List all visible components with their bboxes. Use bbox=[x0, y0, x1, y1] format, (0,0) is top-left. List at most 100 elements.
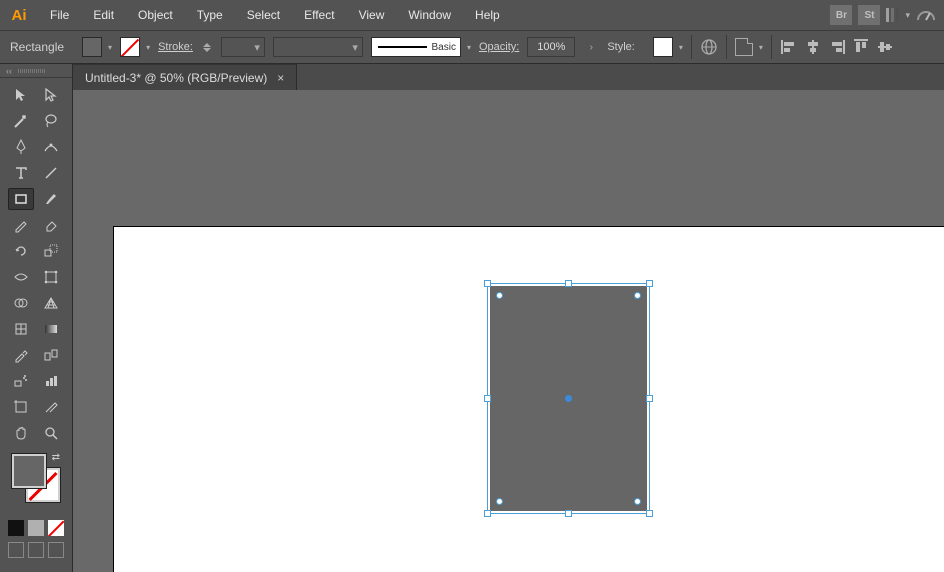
opacity-flyout-icon[interactable]: › bbox=[583, 37, 599, 57]
stroke-weight-dropdown[interactable]: ▾ bbox=[221, 37, 265, 57]
gpu-preview-icon[interactable] bbox=[916, 6, 936, 24]
corner-widget-se-icon[interactable] bbox=[634, 498, 641, 505]
corner-widget-ne-icon[interactable] bbox=[634, 292, 641, 299]
resize-handle-sw[interactable] bbox=[484, 510, 491, 517]
corner-widget-nw-icon[interactable] bbox=[496, 292, 503, 299]
eyedropper-tool-icon[interactable] bbox=[8, 344, 34, 366]
tab-close-icon[interactable]: × bbox=[277, 71, 284, 85]
draw-mode-row bbox=[8, 542, 64, 558]
style-dropdown-icon[interactable]: ▾ bbox=[679, 43, 683, 52]
arrange-documents-icon[interactable] bbox=[886, 8, 899, 22]
scale-tool-icon[interactable] bbox=[38, 240, 64, 262]
shape-builder-tool-icon[interactable] bbox=[8, 292, 34, 314]
zoom-tool-icon[interactable] bbox=[38, 422, 64, 444]
type-tool-icon[interactable] bbox=[8, 162, 34, 184]
canvas[interactable] bbox=[73, 90, 944, 572]
selection-tool-icon[interactable] bbox=[8, 84, 34, 106]
menu-view[interactable]: View bbox=[349, 4, 395, 26]
paintbrush-tool-icon[interactable] bbox=[38, 188, 64, 210]
chevron-down-icon[interactable]: ▾ bbox=[905, 10, 910, 21]
color-mode-solid-icon[interactable] bbox=[8, 520, 24, 536]
doc-chevron-icon[interactable]: ▾ bbox=[759, 43, 763, 52]
align-center-h-icon[interactable] bbox=[804, 38, 822, 56]
draw-inside-icon[interactable] bbox=[48, 542, 64, 558]
active-tool-label: Rectangle bbox=[10, 40, 64, 54]
menu-edit[interactable]: Edit bbox=[83, 4, 124, 26]
resize-handle-e[interactable] bbox=[646, 395, 653, 402]
pencil-tool-icon[interactable] bbox=[8, 214, 34, 236]
artboard-tool-icon[interactable] bbox=[8, 396, 34, 418]
tab-title: Untitled-3* @ 50% (RGB/Preview) bbox=[85, 71, 267, 85]
lasso-tool-icon[interactable] bbox=[38, 110, 64, 132]
brush-chevron-icon[interactable]: ▾ bbox=[467, 43, 471, 52]
pen-tool-icon[interactable] bbox=[8, 136, 34, 158]
free-transform-tool-icon[interactable] bbox=[38, 266, 64, 288]
resize-handle-se[interactable] bbox=[646, 510, 653, 517]
perspective-grid-tool-icon[interactable] bbox=[38, 292, 64, 314]
bridge-icon[interactable]: Br bbox=[830, 5, 852, 25]
color-mode-none-icon[interactable] bbox=[48, 520, 64, 536]
resize-handle-n[interactable] bbox=[565, 280, 572, 287]
magic-wand-tool-icon[interactable] bbox=[8, 110, 34, 132]
align-controls bbox=[780, 38, 894, 56]
menu-select[interactable]: Select bbox=[237, 4, 290, 26]
align-center-v-icon[interactable] bbox=[876, 38, 894, 56]
corner-widget-sw-icon[interactable] bbox=[496, 498, 503, 505]
center-point-icon[interactable] bbox=[565, 395, 572, 402]
menu-object[interactable]: Object bbox=[128, 4, 183, 26]
rotate-tool-icon[interactable] bbox=[8, 240, 34, 262]
resize-handle-nw[interactable] bbox=[484, 280, 491, 287]
curvature-tool-icon[interactable] bbox=[38, 136, 64, 158]
color-mode-gradient-icon[interactable] bbox=[28, 520, 44, 536]
resize-handle-s[interactable] bbox=[565, 510, 572, 517]
draw-behind-icon[interactable] bbox=[28, 542, 44, 558]
fill-dropdown-icon[interactable]: ▾ bbox=[108, 43, 112, 52]
graphic-style-swatch[interactable] bbox=[653, 37, 673, 57]
gradient-tool-icon[interactable] bbox=[38, 318, 64, 340]
fill-color-icon[interactable] bbox=[12, 454, 46, 488]
menu-file[interactable]: File bbox=[40, 4, 79, 26]
stock-icon[interactable]: St bbox=[858, 5, 880, 25]
menu-help[interactable]: Help bbox=[465, 4, 510, 26]
opacity-value[interactable]: 100% bbox=[527, 37, 575, 57]
stroke-label[interactable]: Stroke: bbox=[158, 41, 193, 53]
panel-handle[interactable]: ‹‹ bbox=[0, 64, 72, 78]
align-left-icon[interactable] bbox=[780, 38, 798, 56]
menu-window[interactable]: Window bbox=[398, 4, 461, 26]
recolor-artwork-icon[interactable] bbox=[700, 38, 718, 56]
hand-tool-icon[interactable] bbox=[8, 422, 34, 444]
menu-bar: Ai File Edit Object Type Select Effect V… bbox=[0, 0, 944, 30]
resize-handle-w[interactable] bbox=[484, 395, 491, 402]
mesh-tool-icon[interactable] bbox=[8, 318, 34, 340]
blend-tool-icon[interactable] bbox=[38, 344, 64, 366]
document-tab[interactable]: Untitled-3* @ 50% (RGB/Preview) × bbox=[73, 64, 297, 90]
resize-handle-ne[interactable] bbox=[646, 280, 653, 287]
menu-type[interactable]: Type bbox=[187, 4, 233, 26]
align-right-icon[interactable] bbox=[828, 38, 846, 56]
line-segment-tool-icon[interactable] bbox=[38, 162, 64, 184]
document-setup-icon[interactable] bbox=[735, 38, 753, 56]
variable-width-profile-dropdown[interactable]: ▾ bbox=[273, 37, 363, 57]
fill-swatch[interactable] bbox=[82, 37, 102, 57]
app-logo-icon: Ai bbox=[8, 4, 30, 26]
opacity-label[interactable]: Opacity: bbox=[479, 41, 519, 53]
brush-line-icon bbox=[378, 46, 428, 48]
align-top-icon[interactable] bbox=[852, 38, 870, 56]
control-bar: Rectangle ▾ ▾ Stroke: ▾ ▾ Basic ▾ Opacit… bbox=[0, 30, 944, 64]
draw-normal-icon[interactable] bbox=[8, 542, 24, 558]
stroke-dropdown-icon[interactable]: ▾ bbox=[146, 43, 150, 52]
symbol-sprayer-tool-icon[interactable] bbox=[8, 370, 34, 392]
eraser-tool-icon[interactable] bbox=[38, 214, 64, 236]
brush-name: Basic bbox=[431, 42, 455, 53]
width-tool-icon[interactable] bbox=[8, 266, 34, 288]
menu-effect[interactable]: Effect bbox=[294, 4, 344, 26]
direct-selection-tool-icon[interactable] bbox=[38, 84, 64, 106]
fill-stroke-selector[interactable]: ⇄ bbox=[12, 454, 60, 502]
slice-tool-icon[interactable] bbox=[38, 396, 64, 418]
stroke-weight-stepper[interactable] bbox=[201, 43, 213, 52]
brush-definition-dropdown[interactable]: Basic bbox=[371, 37, 461, 57]
swap-fill-stroke-icon[interactable]: ⇄ bbox=[52, 452, 60, 463]
column-graph-tool-icon[interactable] bbox=[38, 370, 64, 392]
stroke-swatch[interactable] bbox=[120, 37, 140, 57]
rectangle-tool-icon[interactable] bbox=[8, 188, 34, 210]
